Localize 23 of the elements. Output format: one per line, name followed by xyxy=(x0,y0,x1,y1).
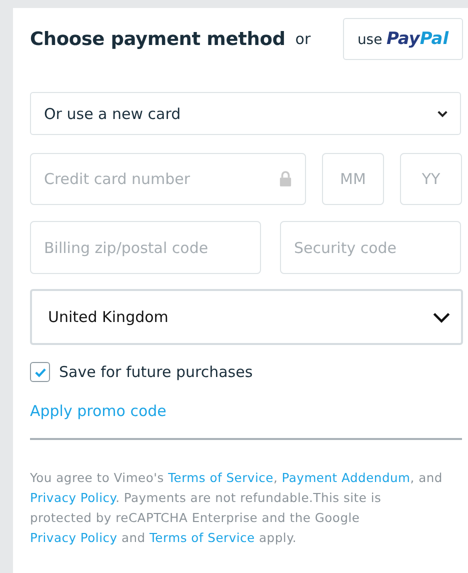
checkbox[interactable] xyxy=(30,362,50,382)
input-field[interactable]: MM xyxy=(322,153,384,205)
legal-link[interactable]: Terms of Service xyxy=(168,471,274,485)
legal-link[interactable]: Privacy Policy xyxy=(30,491,116,505)
chevron-down-icon xyxy=(437,110,448,118)
lock-icon xyxy=(279,170,292,187)
checkmark-icon xyxy=(34,366,46,378)
card-select[interactable]: Or use a new card xyxy=(30,92,461,135)
input-field[interactable]: Credit card number xyxy=(30,153,306,205)
input-field[interactable]: YY xyxy=(400,153,462,205)
section-title: Choose payment method xyxy=(30,28,286,50)
chevron-down-icon xyxy=(432,312,451,322)
or-label: or xyxy=(295,30,311,48)
legal-link[interactable]: Privacy Policy xyxy=(30,531,118,545)
legal-link[interactable]: Payment Addendum xyxy=(282,471,410,485)
input-field[interactable]: Security code xyxy=(280,221,461,274)
checkbox-label: Save for future purchases xyxy=(59,363,253,381)
input-field[interactable]: Billing zip/postal code xyxy=(30,221,261,274)
promo-link[interactable]: Apply promo code xyxy=(30,402,166,420)
legal-text: You agree to Vimeo's Terms of Service, Payment Addendum, and Privacy Policy. Payments are not refundable.This site is protected by reCAPTCHA Enterprise and the Google Privacy Policy and Terms of Service apply. xyxy=(30,470,444,547)
country-select[interactable]: United Kingdom xyxy=(30,289,463,345)
legal-link[interactable]: Terms of Service xyxy=(150,531,255,545)
paypal-button[interactable]: use PayPal xyxy=(343,18,463,60)
